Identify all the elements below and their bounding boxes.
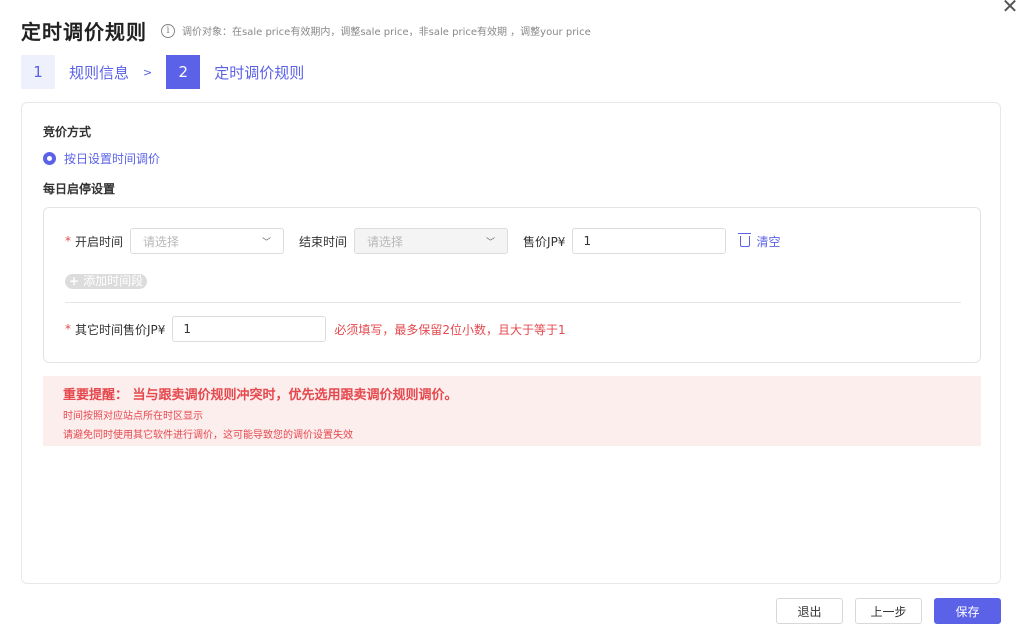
divider bbox=[65, 302, 961, 303]
exit-button[interactable]: 退出 bbox=[776, 598, 843, 624]
daily-settings-title: 每日启停设置 bbox=[43, 182, 116, 196]
end-time-placeholder: 请选择 bbox=[367, 234, 404, 249]
trash-icon bbox=[738, 232, 752, 247]
notice-line-warning: 请避免同时使用其它软件进行调价，这可能导致您的调价设置失效 bbox=[63, 430, 353, 441]
clear-label: 清空 bbox=[756, 234, 781, 249]
page-title: 定时调价规则 bbox=[21, 20, 147, 44]
step-2-number[interactable]: 2 bbox=[166, 55, 201, 89]
previous-step-button[interactable]: 上一步 bbox=[855, 598, 922, 624]
info-icon: i bbox=[161, 23, 175, 38]
end-time-label: 结束时间 bbox=[299, 234, 348, 249]
start-time-select[interactable]: 请选择 ﹀ bbox=[130, 228, 285, 254]
bidding-method-title: 竞价方式 bbox=[43, 125, 92, 139]
notice-title: 重要提醒： 当与跟卖调价规则冲突时，优先选用跟卖调价规则调价。 bbox=[63, 388, 458, 403]
page-header: 定时调价规则 i 调价对象：在sale price有效期内，调整sale pri… bbox=[21, 16, 591, 45]
radio-checked-icon[interactable] bbox=[43, 152, 56, 165]
required-mark: * bbox=[65, 322, 71, 336]
rule-card: 竞价方式 按日设置时间调价 每日启停设置 * 开启时间 请选择 ﹀ 结束时间 请… bbox=[21, 102, 1001, 584]
end-time-select[interactable]: 请选择 ﹀ bbox=[354, 228, 509, 254]
other-price-row: * 其它时间售价JP¥ 必须填写，最多保留2位小数，且大于等于1 bbox=[65, 316, 566, 342]
step-indicator: 1 规则信息 > 2 定时调价规则 bbox=[21, 55, 304, 89]
step-1-label[interactable]: 规则信息 bbox=[69, 62, 129, 83]
time-period-row: * 开启时间 请选择 ﹀ 结束时间 请选择 ﹀ 售价JP¥ 清空 bbox=[65, 228, 780, 254]
other-price-input[interactable] bbox=[172, 316, 327, 342]
header-note: 调价对象：在sale price有效期内，调整sale price，非sale … bbox=[182, 27, 591, 38]
footer-actions: 退出 上一步 保存 bbox=[776, 598, 1001, 624]
step-1-number[interactable]: 1 bbox=[21, 55, 55, 89]
add-period-label: 添加时间段 bbox=[83, 274, 144, 288]
notice-line-timezone: 时间按照对应站点所在时区显示 bbox=[63, 411, 203, 422]
plus-icon: + bbox=[69, 274, 80, 288]
important-notice: 重要提醒： 当与跟卖调价规则冲突时，优先选用跟卖调价规则调价。 时间按照对应站点… bbox=[43, 376, 981, 446]
clear-button[interactable]: 清空 bbox=[738, 232, 781, 250]
start-time-placeholder: 请选择 bbox=[143, 234, 180, 249]
step-2-label[interactable]: 定时调价规则 bbox=[214, 62, 304, 83]
chevron-down-icon: ﹀ bbox=[262, 237, 272, 248]
add-period-button[interactable]: + 添加时间段 bbox=[65, 274, 148, 289]
chevron-down-icon: ﹀ bbox=[486, 237, 496, 248]
start-time-label: 开启时间 bbox=[75, 234, 124, 249]
price-input[interactable] bbox=[572, 228, 727, 254]
price-label: 售价JP¥ bbox=[523, 234, 566, 249]
radio-label: 按日设置时间调价 bbox=[64, 152, 161, 166]
required-mark: * bbox=[65, 234, 71, 248]
other-price-label: 其它时间售价JP¥ bbox=[75, 322, 166, 337]
other-price-error: 必须填写，最多保留2位小数，且大于等于1 bbox=[334, 322, 566, 337]
close-icon[interactable]: ✕ bbox=[998, 0, 1022, 18]
save-button[interactable]: 保存 bbox=[934, 598, 1001, 624]
time-settings-box: * 开启时间 请选择 ﹀ 结束时间 请选择 ﹀ 售价JP¥ 清空 + 添加时间段 bbox=[43, 207, 981, 363]
radio-daily-time[interactable]: 按日设置时间调价 bbox=[43, 150, 160, 167]
step-separator: > bbox=[143, 65, 153, 79]
